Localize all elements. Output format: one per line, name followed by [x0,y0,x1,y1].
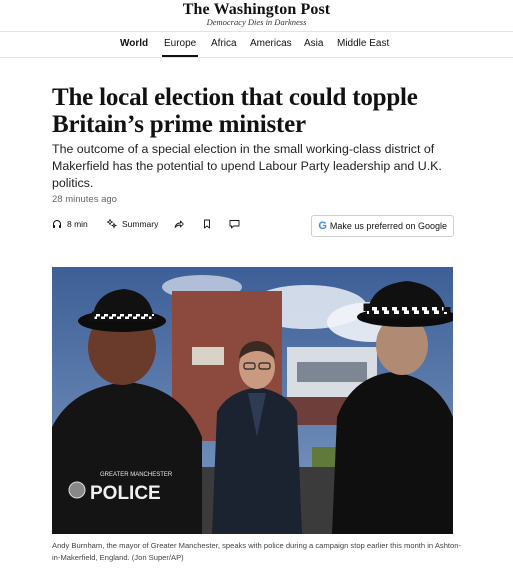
comment-icon [229,220,240,229]
nav-item-middle-east[interactable]: Middle East [337,38,389,49]
police-crest-icon [68,481,86,499]
photo-illustration: GREATER MANCHESTER POLICE [52,267,453,534]
nav-item-americas[interactable]: Americas [250,38,292,49]
article-timestamp: 28 minutes ago [52,194,117,205]
google-icon: G [318,220,327,232]
summary-label: Summary [122,219,159,229]
summary-button[interactable]: Summary [107,219,158,229]
google-preferred-label: Make us preferred on Google [329,221,447,231]
vest-text-small: GREATER MANCHESTER [100,472,173,478]
vest-text-large: POLICE [90,483,161,504]
nav-item-world[interactable]: World [120,38,148,49]
nav-item-asia[interactable]: Asia [304,38,323,49]
section-nav: World Europe Africa Americas Asia Middle… [0,32,513,58]
nav-item-africa[interactable]: Africa [211,38,237,49]
nav-divider [0,57,513,58]
masthead: The Washington Post Democracy Dies in Da… [0,0,513,32]
article-dek: The outcome of a special election in the… [52,142,442,190]
listen-duration: 8 min [67,219,88,229]
comments-button[interactable] [229,219,240,229]
photo-caption: Andy Burnham, the mayor of Greater Manch… [52,541,462,562]
listen-button[interactable]: 8 min [52,219,88,229]
share-icon [174,220,184,228]
officer-right-body [332,372,453,534]
officer-left-body [52,382,202,534]
google-preferred-button[interactable]: G Make us preferred on Google [311,215,454,237]
share-button[interactable] [174,219,184,229]
site-tagline: Democracy Dies in Darkness [206,17,307,27]
bookmark-icon [204,219,210,229]
building-sign [192,347,224,365]
building-windows [297,362,367,382]
headphones-icon [53,220,61,228]
save-button[interactable] [202,219,212,229]
lead-photo[interactable]: GREATER MANCHESTER POLICE [52,267,453,534]
sparkle-icon [107,219,117,229]
article-headline: The local election that could topple Bri… [52,84,418,138]
article-tools: 8 min Summary G Make us preferred on Goo… [52,215,454,237]
nav-item-europe[interactable]: Europe [161,38,199,57]
